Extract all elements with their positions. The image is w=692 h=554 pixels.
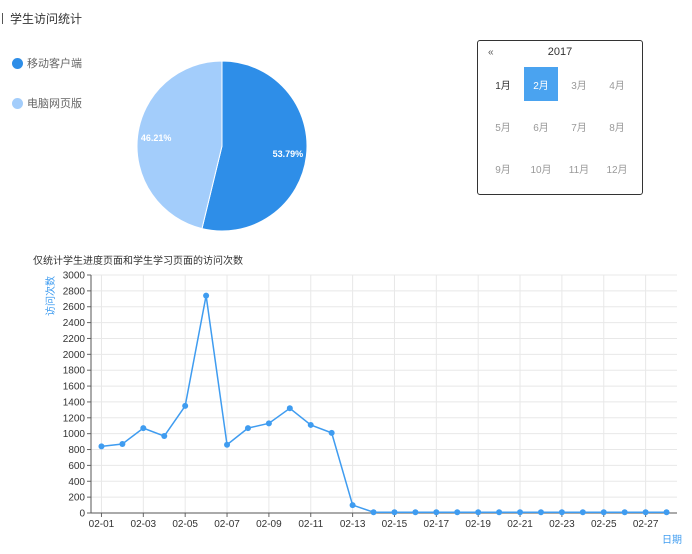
x-tick-label: 02-19 [465,519,491,530]
data-point[interactable] [307,421,314,428]
data-point[interactable] [328,429,335,436]
line-chart: 0 200 400 600 800 1000 1200 1400 1600 1800 2000 220… [44,271,682,547]
x-tick-label: 02-17 [424,519,450,530]
data-point[interactable] [621,509,628,516]
x-axis-label: 日期 [662,534,682,546]
x-tick-label: 02-03 [131,519,157,530]
y-tick-label: 1000 [63,429,86,440]
y-tick-label: 1200 [63,413,86,424]
y-tick-label: 1800 [63,366,86,377]
y-tick-label: 0 [79,509,85,520]
y-tick-label: 1400 [63,397,86,408]
x-tick-label: 02-21 [507,519,533,530]
data-point[interactable] [182,402,189,409]
data-point[interactable] [433,509,440,516]
x-tick-label: 02-27 [633,519,659,530]
data-point[interactable] [558,509,565,516]
y-tick-label: 600 [68,461,85,472]
data-point[interactable] [454,509,461,516]
data-point[interactable] [349,502,356,509]
data-point[interactable] [517,509,524,516]
data-point[interactable] [663,509,670,516]
y-tick-label: 3000 [63,271,86,282]
data-point[interactable] [161,433,168,440]
data-point[interactable] [391,509,398,516]
x-tick-label: 02-05 [172,519,198,530]
data-point[interactable] [244,425,251,432]
data-point[interactable] [265,420,272,427]
x-tick-label: 02-09 [256,519,282,530]
data-point[interactable] [579,509,586,516]
data-point[interactable] [537,509,544,516]
y-tick-label: 400 [68,477,85,488]
data-point[interactable] [224,441,231,448]
x-tick-label: 02-07 [214,519,240,530]
data-point[interactable] [286,405,293,412]
y-tick-label: 2600 [63,302,86,313]
x-tick-label: 02-13 [340,519,366,530]
x-tick-label: 02-25 [591,519,617,530]
y-tick-label: 2400 [63,318,86,329]
data-point[interactable] [98,443,105,450]
data-point[interactable] [370,509,377,516]
x-tick-label: 02-01 [89,519,115,530]
data-point[interactable] [119,440,126,447]
x-tick-label: 02-23 [549,519,575,530]
y-tick-label: 200 [68,493,85,504]
data-point[interactable] [475,509,482,516]
data-point[interactable] [600,509,607,516]
y-axis-label: 访问次数 [44,276,57,316]
data-point[interactable] [203,292,210,299]
y-tick-label: 2800 [63,286,86,297]
y-tick-label: 2000 [63,350,86,361]
data-point[interactable] [412,509,419,516]
y-tick-label: 2200 [63,334,86,345]
x-tick-label: 02-15 [382,519,408,530]
data-point[interactable] [140,425,147,432]
y-tick-label: 800 [68,445,85,456]
data-point[interactable] [496,509,503,516]
y-tick-label: 1600 [63,382,86,393]
data-point[interactable] [642,509,649,516]
x-tick-label: 02-11 [298,519,323,530]
